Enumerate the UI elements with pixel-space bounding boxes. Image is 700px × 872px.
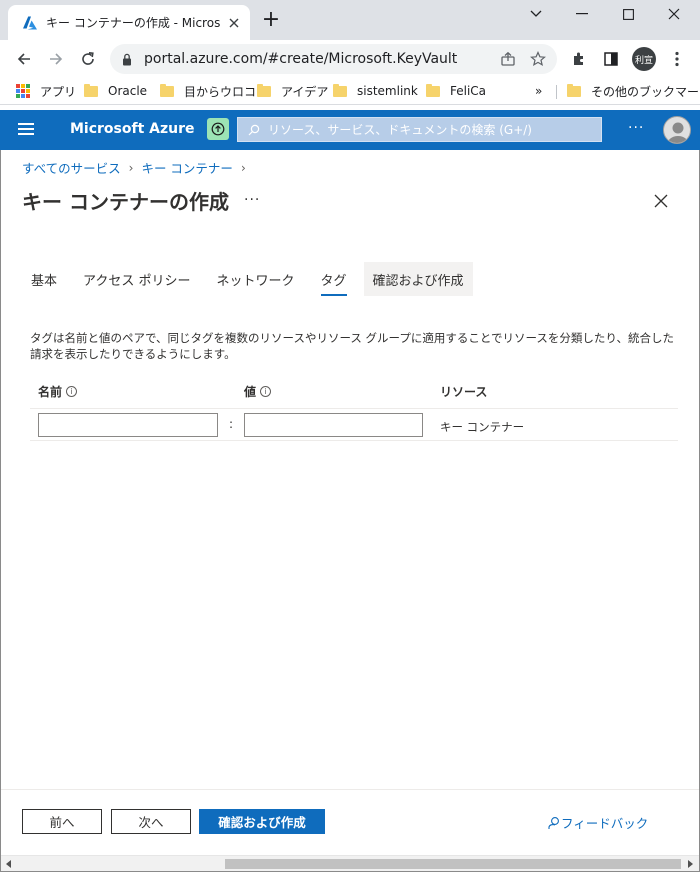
tag-separator: : [229,417,234,431]
bookmarks-overflow-icon[interactable]: » [535,81,542,101]
bookmark-oracle[interactable]: Oracle [84,81,147,101]
bookmark-label: sistemlink [357,84,418,98]
bookmark-label: アプリ [40,84,77,99]
tags-description: タグは名前と値のペアで、同じタグを複数のリソースやリソース グループに適用するこ… [30,331,674,361]
feedback-label: フィードバック [561,816,649,831]
table-divider [30,408,678,409]
tab-search-chevron-icon[interactable] [514,0,558,28]
chevron-right-icon: › [240,160,246,175]
hamburger-menu-icon[interactable] [18,123,34,136]
title-more-icon[interactable]: ··· [244,192,260,208]
close-icon[interactable] [652,192,670,210]
search-placeholder: リソース、サービス、ドキュメントの検索 (G+/) [268,123,532,137]
folder-icon [257,83,271,97]
bookmark-label: FeliCa [450,84,487,98]
share-icon[interactable] [500,51,516,67]
azure-logo-icon [23,16,37,29]
bookmark-label: アイデア [281,84,329,99]
minimize-icon[interactable] [560,0,604,28]
apps-grid-icon [16,84,30,98]
bookmark-separator [556,85,557,99]
extensions-icon[interactable] [569,49,589,69]
folder-icon [333,83,347,97]
bookmark-label: その他のブックマーク [591,84,700,99]
review-create-button[interactable]: 確認および作成 [199,809,325,834]
folder-icon [84,83,98,97]
tab-review-create[interactable]: 確認および作成 [363,262,473,296]
tab-networking[interactable]: ネットワーク [208,262,304,296]
upload-arrow-icon[interactable] [207,118,229,140]
browser-tab[interactable]: キー コンテナーの作成 - Microsoft Az [8,5,250,40]
close-window-icon[interactable] [652,0,696,28]
azure-brand[interactable]: Microsoft Azure [70,121,195,137]
bookmark-star-icon[interactable] [530,51,546,67]
column-header-name: 名前 i [38,383,78,400]
bookmark-idea[interactable]: アイデア [257,81,328,101]
browser-toolbar: portal.azure.com/#create/Microsoft.KeyVa… [0,40,700,77]
url-text: portal.azure.com/#create/Microsoft.KeyVa… [144,51,458,67]
tab-basics[interactable]: 基本 [22,262,66,296]
scroll-right-icon[interactable] [685,859,695,869]
bookmarks-bar: アプリ Oracle 目からウロコ アイデア sistemlink FeliCa… [0,77,700,105]
bookmark-label: 目からウロコ [184,84,257,99]
close-tab-icon[interactable] [226,15,242,31]
bookmark-me-kara-uroko[interactable]: 目からウロコ [160,81,256,101]
more-options-icon[interactable]: ··· [628,120,644,136]
column-header-value: 値 i [244,383,272,400]
profile-avatar[interactable]: 利宣 [632,47,656,71]
folder-icon [426,83,440,97]
folder-icon [567,83,581,97]
browser-menu-icon[interactable] [667,49,687,69]
new-tab-button[interactable]: + [260,9,282,32]
column-header-resource: リソース [440,383,487,400]
page-title: キー コンテナーの作成 [22,190,229,214]
scroll-left-icon[interactable] [4,859,14,869]
wizard-tabs: 基本 アクセス ポリシー ネットワーク タグ 確認および作成 [22,262,481,296]
reload-icon[interactable] [76,47,100,71]
horizontal-scrollbar[interactable] [1,855,699,871]
breadcrumb: すべてのサービス › キー コンテナー › [22,158,254,177]
tab-access-policy[interactable]: アクセス ポリシー [74,262,199,296]
browser-tab-strip: キー コンテナーの作成 - Microsoft Az + [0,0,700,40]
window-border-left [0,150,1,872]
chevron-right-icon: › [128,160,134,175]
search-icon [248,124,260,135]
global-search-input[interactable]: リソース、サービス、ドキュメントの検索 (G+/) [237,117,602,142]
tag-value-input[interactable] [244,413,423,437]
side-panel-icon[interactable] [601,49,621,69]
next-button[interactable]: 次へ [111,809,191,834]
bookmark-felica[interactable]: FeliCa [426,81,486,101]
user-avatar[interactable] [663,116,691,144]
info-icon[interactable]: i [260,386,272,397]
column-name-label: 名前 [38,385,63,399]
bookmark-sistemlink[interactable]: sistemlink [333,81,418,101]
feedback-icon [548,816,559,829]
feedback-link[interactable]: フィードバック [547,813,648,832]
previous-button[interactable]: 前へ [22,809,102,834]
tag-resource-value: キー コンテナー [440,420,525,434]
scrollbar-thumb[interactable] [225,859,681,869]
browser-tab-title: キー コンテナーの作成 - Microsoft Az [46,16,220,30]
column-resource-label: リソース [440,385,488,399]
breadcrumb-all-services[interactable]: すべてのサービス [22,158,121,177]
footer-divider [1,789,699,790]
lock-icon [123,53,131,65]
info-icon[interactable]: i [66,386,78,397]
table-divider [30,440,678,441]
forward-icon[interactable] [44,47,68,71]
tag-name-input[interactable] [38,413,218,437]
tab-tags[interactable]: タグ [312,262,356,296]
bookmark-other[interactable]: その他のブックマーク [567,81,700,101]
folder-icon [160,83,174,97]
breadcrumb-key-vault[interactable]: キー コンテナー [141,158,232,177]
azure-top-bar: Microsoft Azure リソース、サービス、ドキュメントの検索 (G+/… [0,110,700,150]
address-bar[interactable]: portal.azure.com/#create/Microsoft.KeyVa… [110,44,557,74]
bookmark-apps[interactable]: アプリ [16,81,76,101]
maximize-icon[interactable] [606,0,650,28]
back-icon[interactable] [12,47,36,71]
column-value-label: 値 [244,385,257,399]
bookmark-label: Oracle [108,84,148,98]
